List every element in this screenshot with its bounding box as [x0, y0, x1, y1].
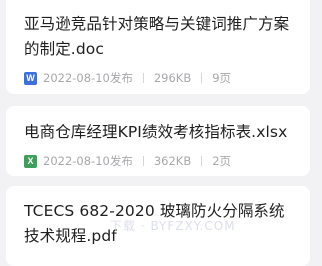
page-count: 9页: [212, 71, 232, 85]
page-count: 2页: [212, 154, 232, 168]
meta-divider: [201, 156, 203, 166]
document-card[interactable]: 电商仓库经理KPI绩效考核指标表.xlsx X 2022-08-10发布 362…: [6, 106, 310, 176]
file-size: 362KB: [153, 154, 192, 168]
word-file-icon: W: [24, 71, 37, 85]
publish-date: 2022-08-10发布: [43, 71, 133, 85]
document-title[interactable]: 亚马逊竞品针对策略与关键词推广方案的制定.doc: [24, 0, 296, 62]
watermark: 下载 · BYFZXY.COM: [110, 219, 236, 233]
document-meta: X 2022-08-10发布 362KB 2页: [24, 153, 296, 169]
document-title[interactable]: 电商仓库经理KPI绩效考核指标表.xlsx: [24, 106, 296, 145]
meta-divider: [142, 156, 144, 166]
document-card[interactable]: 亚马逊竞品针对策略与关键词推广方案的制定.doc W 2022-08-10发布 …: [6, 0, 310, 94]
meta-divider: [201, 73, 203, 83]
excel-file-icon: X: [24, 154, 37, 168]
document-meta: W 2022-08-10发布 296KB 9页: [24, 70, 296, 86]
file-size: 296KB: [153, 71, 192, 85]
meta-divider: [142, 73, 144, 83]
publish-date: 2022-08-10发布: [43, 154, 133, 168]
